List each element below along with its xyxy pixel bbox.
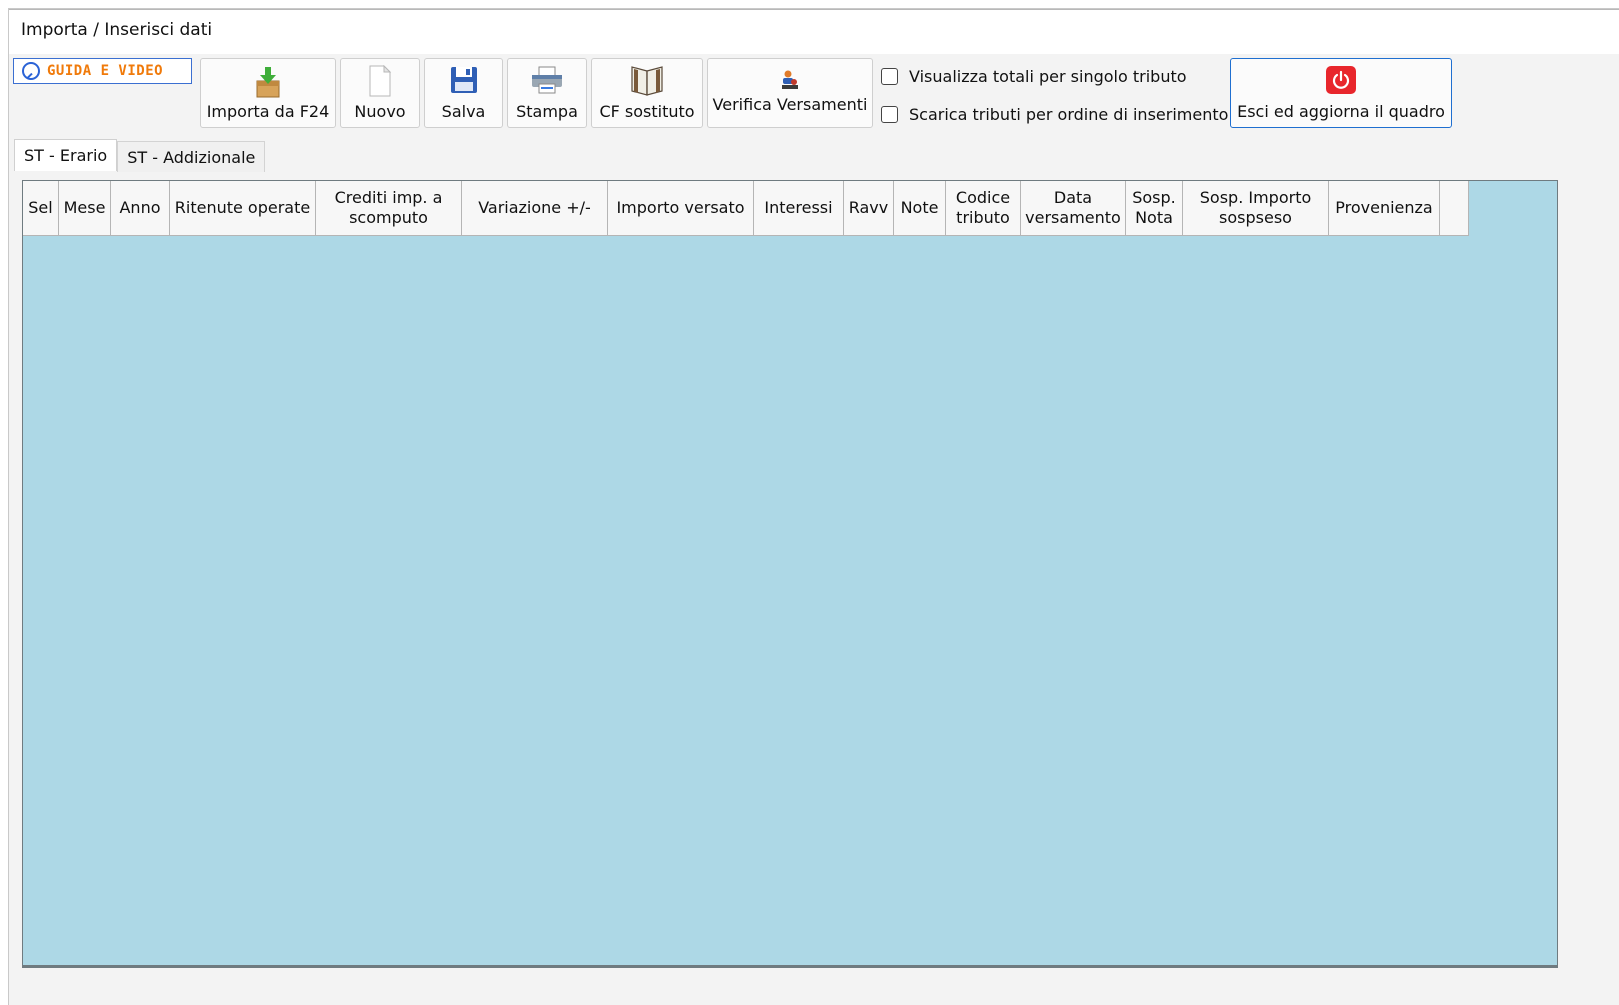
column-header-provenienza[interactable]: Provenienza — [1329, 181, 1440, 236]
show-totals-label: Visualizza totali per singolo tributo — [909, 67, 1187, 86]
power-symbol-icon — [1332, 70, 1350, 89]
verify-payments-label: Verifica Versamenti — [712, 95, 868, 114]
column-header-crediti-imp[interactable]: Crediti imp. a scomputo — [316, 181, 462, 236]
tab-strip: ST - Erario ST - Addizionale — [14, 139, 266, 173]
column-header-ritenute-operate[interactable]: Ritenute operate — [170, 181, 316, 236]
guide-video-button[interactable]: GUIDA E VIDEO — [13, 58, 192, 84]
show-totals-checkbox-box[interactable] — [881, 68, 898, 85]
data-grid[interactable]: Sel Mese Anno Ritenute operate Crediti i… — [22, 180, 1558, 968]
floppy-disk-icon — [450, 67, 477, 93]
print-label: Stampa — [516, 102, 578, 121]
grid-header: Sel Mese Anno Ritenute operate Crediti i… — [23, 181, 1469, 236]
exit-update-label: Esci ed aggiorna il quadro — [1237, 102, 1445, 121]
tab-st-erario[interactable]: ST - Erario — [14, 139, 118, 171]
tab-st-addizionale[interactable]: ST - Addizionale — [117, 141, 266, 172]
cf-sostituto-button[interactable]: CF sostituto — [591, 58, 703, 128]
title-bar: Importa / Inserisci dati — [9, 9, 1619, 54]
column-header-anno[interactable]: Anno — [111, 181, 170, 236]
column-header-data-versamento[interactable]: Data versamento — [1021, 181, 1126, 236]
power-icon — [1326, 66, 1356, 94]
column-header-interessi[interactable]: Interessi — [754, 181, 844, 236]
print-button[interactable]: Stampa — [507, 58, 587, 128]
import-f24-button[interactable]: Importa da F24 — [200, 58, 336, 128]
column-header-ravv[interactable]: Ravv — [844, 181, 894, 236]
column-header-importo-versato[interactable]: Importo versato — [608, 181, 754, 236]
save-label: Salva — [441, 102, 486, 121]
column-header-codice-tributo[interactable]: Codice tributo — [946, 181, 1021, 236]
download-order-checkbox-box[interactable] — [881, 106, 898, 123]
help-magnifier-icon — [22, 62, 40, 80]
column-header-sel[interactable]: Sel — [23, 181, 59, 236]
download-order-checkbox[interactable]: Scarica tributi per ordine di inseriment… — [881, 105, 1228, 124]
verify-payments-button[interactable]: Verifica Versamenti — [707, 58, 873, 128]
import-box-icon — [256, 67, 280, 98]
column-header-note[interactable]: Note — [894, 181, 946, 236]
new-label: Nuovo — [354, 102, 406, 121]
column-header-sosp-importo[interactable]: Sosp. Importo sospseso — [1183, 181, 1329, 236]
column-header-filler — [1440, 181, 1469, 236]
grid-bottom-border — [23, 965, 1557, 967]
download-order-label: Scarica tributi per ordine di inseriment… — [909, 105, 1229, 124]
window-title: Importa / Inserisci dati — [21, 20, 213, 40]
guide-video-label: GUIDA E VIDEO — [47, 63, 164, 79]
top-border — [9, 9, 1619, 10]
save-button[interactable]: Salva — [424, 58, 503, 128]
cf-sostituto-label: CF sostituto — [599, 102, 695, 121]
new-button[interactable]: Nuovo — [340, 58, 420, 128]
show-totals-checkbox[interactable]: Visualizza totali per singolo tributo — [881, 67, 1187, 86]
exit-update-button[interactable]: Esci ed aggiorna il quadro — [1230, 58, 1452, 128]
import-f24-label: Importa da F24 — [206, 102, 330, 121]
verify-people-icon — [782, 70, 798, 89]
column-header-variazione[interactable]: Variazione +/- — [462, 181, 608, 236]
column-header-sosp-nota[interactable]: Sosp. Nota — [1126, 181, 1183, 236]
column-header-mese[interactable]: Mese — [59, 181, 111, 236]
open-book-icon — [631, 66, 663, 96]
printer-icon — [532, 66, 562, 94]
new-document-icon — [369, 65, 392, 97]
